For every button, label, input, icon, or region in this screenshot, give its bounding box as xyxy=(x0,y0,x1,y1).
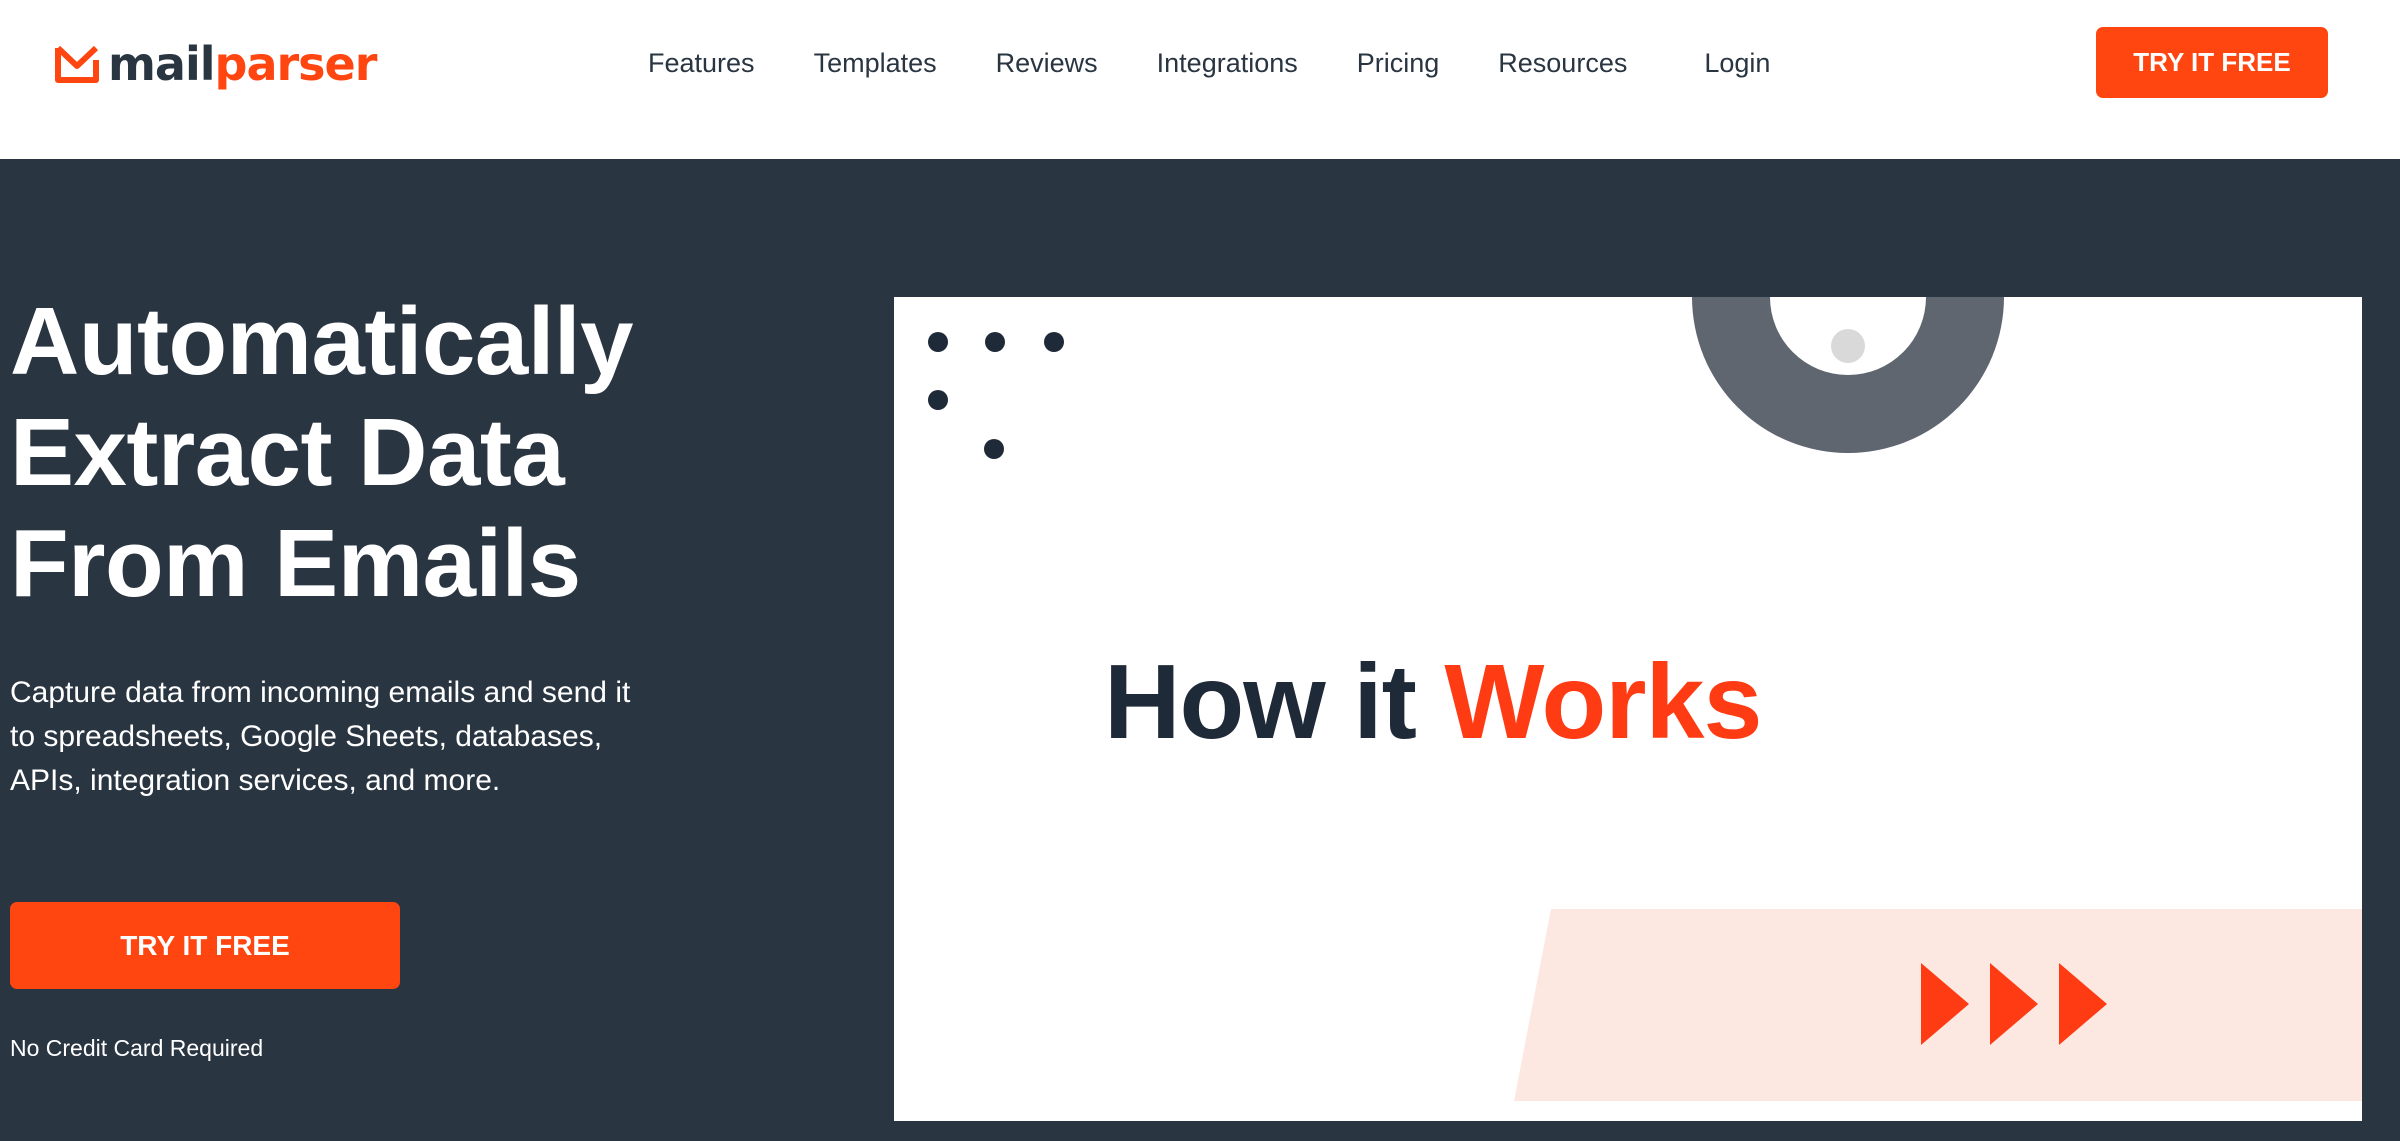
nav-item-integrations[interactable]: Integrations xyxy=(1157,48,1298,79)
video-title: How it Works xyxy=(1104,643,1762,761)
hero-title-line: Extract Data xyxy=(10,399,565,506)
mailparser-logo[interactable]: mailparser xyxy=(54,34,377,94)
ring-shape xyxy=(1692,297,2004,453)
main-nav: Features Templates Reviews Integrations … xyxy=(648,42,1770,84)
how-it-works-video[interactable]: How it Works xyxy=(894,297,2362,1121)
dot-pattern xyxy=(928,332,1064,459)
hero-title-line: Automatically xyxy=(10,288,633,395)
hero-title: Automatically Extract Data From Emails xyxy=(10,286,770,619)
nav-item-pricing[interactable]: Pricing xyxy=(1357,48,1440,79)
login-link[interactable]: Login xyxy=(1704,48,1770,79)
hero-title-line: From Emails xyxy=(10,510,581,617)
site-header: mailparser Features Templates Reviews In… xyxy=(0,0,2400,159)
nav-item-features[interactable]: Features xyxy=(648,48,755,79)
hero-try-free-button[interactable]: TRY IT FREE xyxy=(10,902,400,989)
hero-subtitle: Capture data from incoming emails and se… xyxy=(10,676,631,797)
nav-item-reviews[interactable]: Reviews xyxy=(996,48,1098,79)
envelope-icon xyxy=(55,45,99,83)
header-try-free-button[interactable]: TRY IT FREE xyxy=(2096,27,2328,98)
nav-item-templates[interactable]: Templates xyxy=(814,48,937,79)
nav-item-resources[interactable]: Resources xyxy=(1498,48,1627,79)
no-credit-card-note: No Credit Card Required xyxy=(10,1035,264,1061)
logo-wordmark: mailparser xyxy=(108,37,377,91)
